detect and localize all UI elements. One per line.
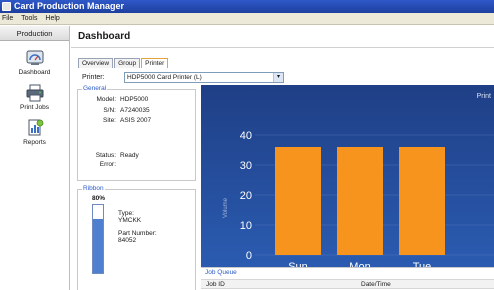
sn-label: S/N:: [103, 107, 116, 114]
menu-help[interactable]: Help: [45, 15, 59, 22]
sidebar-item-dashboard[interactable]: Dashboard: [0, 49, 69, 76]
ribbon-percent: 80%: [92, 195, 106, 202]
chart-ytick-label: 0: [246, 250, 252, 262]
page-title: Dashboard: [71, 26, 494, 48]
model-label: Model:: [96, 96, 116, 103]
chart-ytick-label: 30: [240, 160, 252, 172]
chart-bar-sun: [275, 147, 321, 255]
sidebar-item-print-jobs[interactable]: Print Jobs: [0, 84, 69, 111]
chart-ytick-label: 40: [240, 130, 252, 142]
tab-overview[interactable]: Overview: [78, 58, 114, 68]
print-volume-chart: Print Volume 010203040 SunMonTue: [201, 85, 494, 290]
app-icon: [2, 2, 11, 11]
ribbon-level-fill: [93, 218, 103, 273]
sidebar-item-label: Print Jobs: [20, 104, 49, 111]
main-panel: Dashboard Overview Group Printer Printer…: [71, 26, 494, 290]
tab-strip: Overview Group Printer: [78, 58, 169, 68]
chart-ytick-label: 20: [240, 190, 252, 202]
printer-label: Printer:: [82, 74, 105, 81]
sidebar-header[interactable]: Production: [0, 26, 69, 41]
sidebar: Production Dashboard Print Jobs Reports: [0, 26, 70, 290]
ribbon-group: Ribbon 80% Type: YMCKK Part Number: 8405…: [77, 185, 196, 290]
error-row: Error:: [78, 161, 120, 169]
sidebar-item-reports[interactable]: Reports: [0, 119, 69, 146]
menu-bar: File Tools Help: [0, 13, 494, 25]
chart-ylabel: Volume: [223, 197, 229, 218]
chevron-down-icon[interactable]: ▾: [273, 73, 283, 82]
chart-bar-mon: [337, 147, 383, 255]
column-header-date-time[interactable]: Date/Time: [361, 280, 391, 289]
ribbon-legend: Ribbon: [82, 185, 105, 193]
column-header-job-id[interactable]: Job ID: [206, 280, 225, 289]
ribbon-level-gauge: [92, 204, 104, 274]
error-label: Error:: [99, 161, 116, 168]
tab-printer[interactable]: Printer: [141, 58, 169, 68]
site-value: ASIS 2007: [120, 117, 152, 124]
dashboard-icon: [26, 50, 43, 65]
chart-ytick-label: 10: [240, 220, 252, 232]
status-row: Status: Ready: [78, 152, 139, 160]
sn-row: S/N: A7240035: [78, 107, 150, 115]
ribbon-type-value: YMCKK: [118, 217, 142, 224]
sn-value: A7240035: [120, 107, 150, 114]
status-label: Status:: [95, 152, 116, 159]
status-value: Ready: [120, 152, 139, 159]
menu-tools[interactable]: Tools: [21, 15, 37, 22]
general-group: General Model: HDP5000 S/N: A7240035 Site:…: [77, 85, 196, 181]
job-queue-panel: Job Queue Job ID Date/Time: [201, 267, 494, 290]
printer-select-value: HDP5000 Card Printer (L): [127, 74, 202, 81]
chart-title: Print: [477, 93, 491, 100]
sidebar-item-label: Dashboard: [18, 69, 51, 76]
printer-row: Printer: HDP5000 Card Printer (L) ▾: [82, 72, 284, 83]
sidebar-item-label: Reports: [23, 139, 46, 146]
ribbon-part-value: 84052: [118, 237, 137, 244]
job-queue-header: Job ID Date/Time: [201, 279, 494, 289]
window-title: Card Production Manager: [14, 1, 125, 11]
model-row: Model: HDP5000: [78, 96, 148, 104]
site-label: Site:: [102, 117, 116, 124]
tab-group[interactable]: Group: [114, 58, 141, 68]
reports-icon: [28, 119, 43, 136]
chart-bar-tue: [399, 147, 445, 255]
printer-select[interactable]: HDP5000 Card Printer (L) ▾: [124, 72, 284, 83]
job-queue-title: Job Queue: [205, 269, 237, 276]
site-row: Site: ASIS 2007: [78, 117, 151, 125]
printer-icon: [26, 84, 43, 102]
window-titlebar: Card Production Manager: [0, 0, 494, 13]
model-value: HDP5000: [120, 96, 149, 103]
menu-file[interactable]: File: [2, 15, 13, 22]
general-legend: General: [82, 85, 108, 93]
